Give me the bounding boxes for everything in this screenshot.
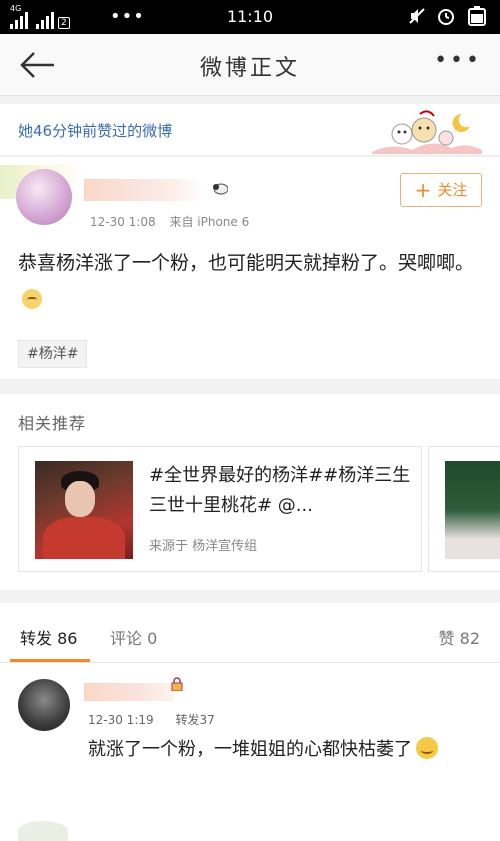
follow-button[interactable]: + 关注	[400, 173, 482, 207]
plus-icon: +	[414, 178, 432, 202]
sad-face-emoji-icon	[22, 289, 42, 309]
interaction-tabs: 转发 86 评论 0 赞 82	[0, 603, 500, 663]
cartoon-illustration-icon	[372, 110, 482, 154]
tab-comment[interactable]: 评论 0	[110, 625, 157, 649]
interaction-area: 转发 86 评论 0 赞 82 12-30 1:19 转发37 就涨了一个粉，一…	[0, 603, 500, 841]
tab-forward[interactable]: 转发 86	[20, 625, 77, 649]
tab-like[interactable]: 赞 82	[439, 625, 480, 649]
hug-emoji-icon	[416, 737, 438, 759]
avatar[interactable]	[16, 169, 72, 225]
topic-tag[interactable]: #杨洋#	[18, 340, 88, 368]
related-card[interactable]: #全世界最好的杨洋##杨洋三生三世十里桃花# @... 来源于 杨洋宣传组	[18, 446, 422, 572]
forward-time: 12-30 1:19	[88, 713, 154, 727]
post-source: 来自 iPhone 6	[169, 215, 250, 229]
sheep-badge-icon	[212, 181, 229, 199]
related-card-image	[35, 461, 133, 559]
related-card-2[interactable]	[428, 446, 500, 572]
forward-blurred-username[interactable]	[84, 683, 174, 701]
forward-count: 转发37	[175, 713, 215, 727]
related-card-source: 来源于 杨洋宣传组	[149, 539, 258, 554]
post-text: 恭喜杨洋涨了一个粉，也可能明天就掉粉了。哭唧唧。	[18, 252, 475, 274]
status-bar: 4G 2 ••• 11:10	[0, 0, 500, 34]
forward-meta: 12-30 1:19 转发37	[88, 711, 215, 728]
status-icons	[408, 6, 488, 26]
alarm-icon	[438, 9, 454, 25]
post-time: 12-30 1:08	[90, 215, 156, 229]
mute-icon	[409, 8, 425, 24]
lock-badge-icon	[170, 677, 184, 695]
related-card-2-image	[445, 461, 500, 559]
next-forward-avatar[interactable]	[18, 821, 68, 841]
battery-icon	[468, 6, 486, 26]
related-section: 相关推荐 #全世界最好的杨洋##杨洋三生三世十里桃花# @... 来源于 杨洋宣…	[0, 394, 500, 590]
forward-text-content: 就涨了一个粉，一堆姐姐的心都快枯萎了	[88, 739, 412, 760]
page-title: 微博正文	[199, 56, 300, 81]
post-meta: 12-30 1:08 来自 iPhone 6	[90, 213, 249, 230]
post-body: 恭喜杨洋涨了一个粉，也可能明天就掉粉了。哭唧唧。	[18, 245, 482, 317]
forward-text: 就涨了一个粉，一堆姐姐的心都快枯萎了	[88, 733, 468, 767]
related-card-text[interactable]: #全世界最好的杨洋##杨洋三生三世十里桃花# @...	[149, 461, 413, 521]
related-title: 相关推荐	[18, 414, 87, 433]
active-tab-indicator	[10, 659, 90, 662]
weibo-post: 12-30 1:08 来自 iPhone 6 + 关注 恭喜杨洋涨了一个粉，也可能…	[0, 157, 500, 379]
nav-bar: 微博正文 •••	[0, 34, 500, 96]
liked-banner-text[interactable]: 她46分钟前赞过的微博	[18, 120, 172, 141]
follow-label: 关注	[437, 181, 468, 199]
liked-banner[interactable]: 她46分钟前赞过的微博	[0, 104, 500, 156]
blurred-username[interactable]	[84, 179, 204, 201]
more-menu-icon[interactable]: •••	[434, 48, 482, 73]
forward-avatar[interactable]	[18, 679, 70, 731]
